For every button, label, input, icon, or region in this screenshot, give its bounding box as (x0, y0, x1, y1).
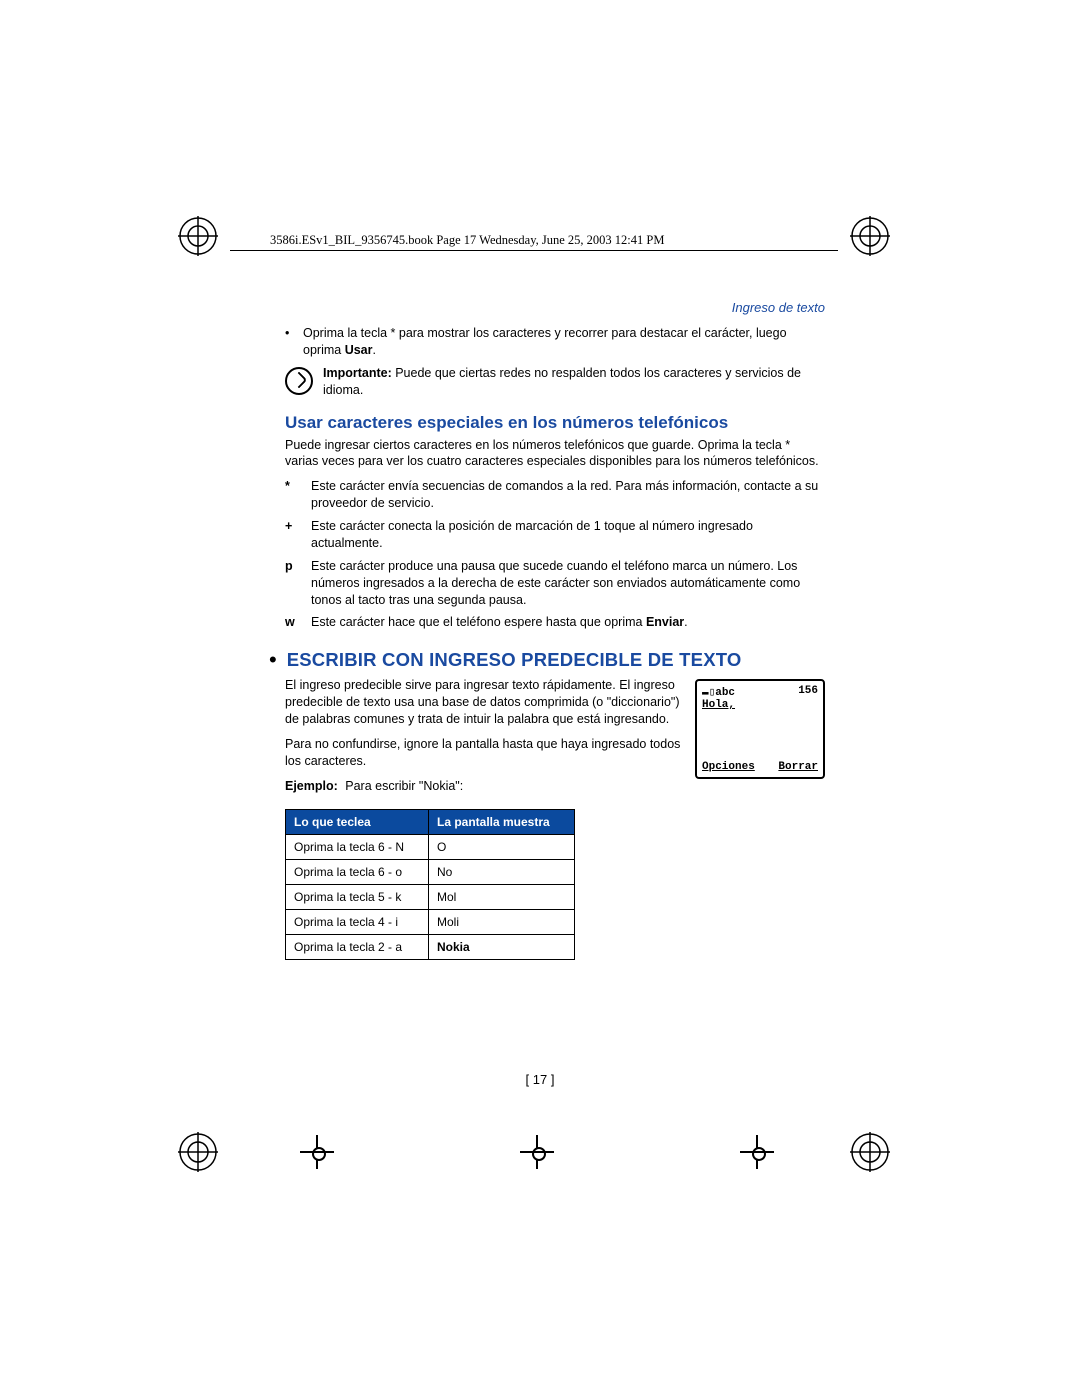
table-cell: Mol (428, 884, 574, 909)
table-cell: Oprima la tecla 5 - k (286, 884, 429, 909)
table-cell: Oprima la tecla 6 - N (286, 834, 429, 859)
table-cell: Nokia (428, 934, 574, 959)
text: . (684, 615, 687, 629)
text: Puede que ciertas redes no respalden tod… (323, 366, 801, 397)
phone-softkey-right: Borrar (778, 761, 818, 773)
intro-bullet: • Oprima la tecla * para mostrar los car… (285, 325, 825, 359)
text: . (372, 343, 375, 357)
def-symbol: + (285, 518, 301, 552)
table-row: Oprima la tecla 4 - i Moli (286, 909, 575, 934)
text: Este carácter hace que el teléfono esper… (311, 615, 646, 629)
phone-count: 156 (798, 685, 818, 699)
section1-para: Puede ingresar ciertos caracteres en los… (285, 437, 825, 471)
section1-title: Usar caracteres especiales en los número… (285, 413, 825, 433)
crossmark (300, 1135, 334, 1169)
important-note: Importante: Puede que ciertas redes no r… (285, 365, 825, 399)
table-row: Oprima la tecla 6 - N O (286, 834, 575, 859)
bullet-icon: • (269, 649, 277, 671)
regmark-tr (850, 216, 890, 256)
def-text: Este carácter produce una pausa que suce… (311, 558, 825, 609)
def-text: Este carácter conecta la posición de mar… (311, 518, 825, 552)
crossmark (520, 1135, 554, 1169)
def-symbol: w (285, 614, 301, 631)
def-text: Este carácter envía secuencias de comand… (311, 478, 825, 512)
important-text: Importante: Puede que ciertas redes no r… (323, 365, 825, 399)
label: Ejemplo: (285, 779, 338, 793)
table-cell: No (428, 859, 574, 884)
intro-text: Oprima la tecla * para mostrar los carac… (303, 325, 825, 359)
section2-heading: • ESCRIBIR CON INGRESO PREDECIBLE DE TEX… (269, 649, 825, 671)
table-row: Oprima la tecla 2 - a Nokia (286, 934, 575, 959)
table-cell: Oprima la tecla 6 - o (286, 859, 429, 884)
text-bold: Enviar (646, 615, 684, 629)
table-cell: Moli (428, 909, 574, 934)
crossmark (740, 1135, 774, 1169)
page-content: Ingreso de texto • Oprima la tecla * par… (285, 300, 825, 960)
def-symbol: * (285, 478, 301, 512)
def-row: p Este carácter produce una pausa que su… (285, 558, 825, 609)
def-row: + Este carácter conecta la posición de m… (285, 518, 825, 552)
table-header: Lo que teclea (286, 809, 429, 834)
special-chars-list: * Este carácter envía secuencias de coma… (285, 478, 825, 631)
phone-screen-figure: ▬▯abc 156 Hola, Opciones Borrar (695, 679, 825, 779)
example-table: Lo que teclea La pantalla muestra Oprima… (285, 809, 575, 960)
def-row: * Este carácter envía secuencias de coma… (285, 478, 825, 512)
table-cell: Oprima la tecla 4 - i (286, 909, 429, 934)
regmark-bl (178, 1132, 218, 1172)
phone-text: Hola, (702, 699, 818, 711)
section2-title: ESCRIBIR CON INGRESO PREDECIBLE DE TEXTO (287, 649, 742, 671)
running-head: Ingreso de texto (285, 300, 825, 315)
table-row: Oprima la tecla 5 - k Mol (286, 884, 575, 909)
text-bold: Usar (345, 343, 373, 357)
table-cell: Oprima la tecla 2 - a (286, 934, 429, 959)
def-text: Este carácter hace que el teléfono esper… (311, 614, 688, 631)
label: Importante: (323, 366, 392, 380)
table-header: La pantalla muestra (428, 809, 574, 834)
example-label: Ejemplo: Para escribir "Nokia": (285, 778, 825, 795)
bullet-icon: • (285, 325, 295, 359)
regmark-br (850, 1132, 890, 1172)
table-cell: O (428, 834, 574, 859)
important-icon (285, 365, 313, 399)
phone-softkey-left: Opciones (702, 761, 755, 773)
def-symbol: p (285, 558, 301, 609)
table-row: Oprima la tecla 6 - o No (286, 859, 575, 884)
phone-mode: ▬▯abc (702, 685, 735, 699)
text: Para escribir "Nokia": (342, 779, 463, 793)
page-number: [ 17 ] (0, 1072, 1080, 1087)
def-row: w Este carácter hace que el teléfono esp… (285, 614, 825, 631)
doc-header: 3586i.ESv1_BIL_9356745.book Page 17 Wedn… (270, 233, 664, 248)
header-rule (230, 250, 838, 251)
regmark-tl (178, 216, 218, 256)
